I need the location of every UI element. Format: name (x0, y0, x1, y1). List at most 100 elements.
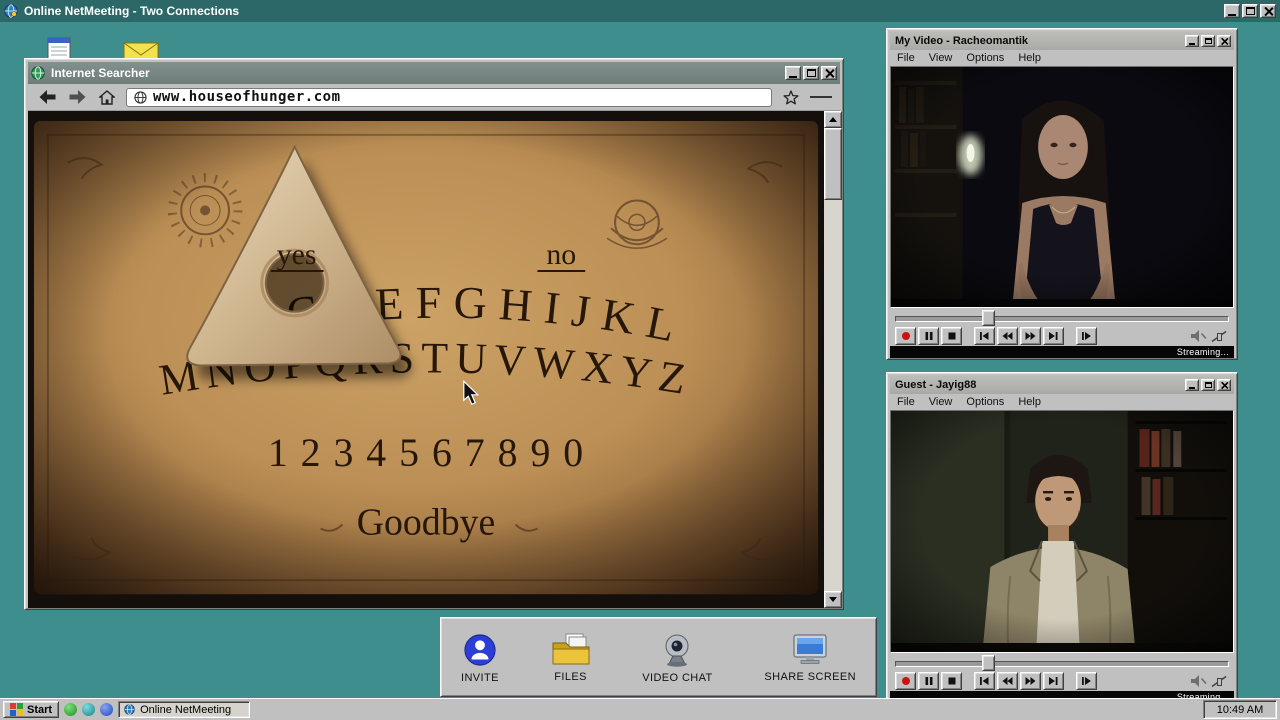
volume-slider-icon[interactable] (1210, 674, 1229, 689)
star-icon (783, 90, 799, 105)
address-url[interactable]: www.houseofhunger.com (153, 89, 341, 105)
volume-slider-icon[interactable] (1210, 329, 1229, 344)
video-chat-label: VIDEO CHAT (642, 672, 712, 684)
skip-end-icon (1047, 330, 1060, 342)
slider-track[interactable] (895, 661, 1229, 667)
menu-help[interactable]: Help (1018, 52, 1041, 64)
vertical-scrollbar[interactable] (824, 111, 842, 608)
board-goodbye[interactable]: Goodbye (357, 501, 496, 543)
fast-forward-button[interactable] (1020, 672, 1041, 690)
ouija-board[interactable]: no ABCDEFGHIJKL MNOPQRSTUVWXYZ 123456789… (28, 111, 824, 608)
quicklaunch-icon-2[interactable] (82, 703, 95, 716)
fast-forward-icon (1024, 330, 1037, 342)
pause-button[interactable] (918, 672, 939, 690)
stop-button[interactable] (941, 327, 962, 345)
maximize-icon (807, 69, 816, 77)
video-chat-button[interactable]: VIDEO CHAT (642, 633, 712, 684)
pause-button[interactable] (918, 327, 939, 345)
menu-button[interactable] (810, 87, 832, 107)
slider-thumb[interactable] (982, 310, 995, 326)
skip-start-button[interactable] (974, 672, 995, 690)
scrollbar-thumb[interactable] (824, 128, 842, 200)
guest-video-title: Guest - Jayig88 (895, 379, 1185, 391)
rewind-button[interactable] (997, 672, 1018, 690)
record-button[interactable] (895, 672, 916, 690)
menu-help[interactable]: Help (1018, 396, 1041, 408)
skip-start-button[interactable] (974, 327, 995, 345)
guest-maximize-button[interactable] (1201, 379, 1215, 391)
my-video-feed[interactable] (890, 66, 1234, 308)
start-label: Start (27, 704, 52, 716)
menu-options[interactable]: Options (966, 52, 1004, 64)
back-button[interactable] (36, 87, 58, 107)
step-play-button[interactable] (1076, 327, 1097, 345)
menu-options[interactable]: Options (966, 396, 1004, 408)
menu-view[interactable]: View (929, 396, 953, 408)
step-play-icon (1080, 675, 1093, 687)
guest-minimize-button[interactable] (1185, 379, 1199, 391)
app-maximize-button[interactable] (1242, 4, 1258, 18)
my-video-maximize-button[interactable] (1201, 35, 1215, 47)
system-tray-clock[interactable]: 10:49 AM (1203, 700, 1277, 719)
guest-video-titlebar[interactable]: Guest - Jayig88 (890, 376, 1234, 394)
my-video-seek-slider[interactable] (895, 310, 1229, 325)
step-play-button[interactable] (1076, 672, 1097, 690)
url-globe-icon (134, 91, 147, 104)
browser-minimize-button[interactable] (785, 66, 801, 80)
menu-file[interactable]: File (897, 396, 915, 408)
share-screen-button[interactable]: SHARE SCREEN (764, 633, 856, 683)
forward-button[interactable] (66, 87, 88, 107)
board-numbers[interactable]: 1234567890 (268, 431, 596, 475)
home-button[interactable] (96, 87, 118, 107)
scroll-down-button[interactable] (824, 591, 842, 608)
rewind-button[interactable] (997, 327, 1018, 345)
quicklaunch-icon-3[interactable] (100, 703, 113, 716)
taskbar-task-netmeeting[interactable]: Online NetMeeting (118, 701, 250, 718)
my-video-controls (890, 308, 1234, 346)
browser-close-button[interactable] (821, 66, 837, 80)
my-video-titlebar[interactable]: My Video - Racheomantik (890, 32, 1234, 50)
slider-track[interactable] (895, 316, 1229, 322)
files-button[interactable]: FILES (551, 633, 591, 683)
ouija-board-page[interactable]: no ABCDEFGHIJKL MNOPQRSTUVWXYZ 123456789… (28, 111, 824, 608)
bookmark-button[interactable] (780, 87, 802, 107)
scrollbar-track[interactable] (824, 200, 842, 591)
speaker-muted-icon[interactable] (1190, 674, 1208, 688)
my-video-minimize-button[interactable] (1185, 35, 1199, 47)
my-video-window: My Video - Racheomantik File View Option… (886, 28, 1238, 360)
menu-view[interactable]: View (929, 52, 953, 64)
maximize-icon (1246, 7, 1255, 15)
hamburger-icon (810, 96, 817, 98)
browser-content: no ABCDEFGHIJKL MNOPQRSTUVWXYZ 123456789… (28, 111, 840, 608)
skip-end-button[interactable] (1043, 672, 1064, 690)
record-button[interactable] (895, 327, 916, 345)
my-video-close-button[interactable] (1217, 35, 1231, 47)
stop-button[interactable] (941, 672, 962, 690)
invite-button[interactable]: INVITE (461, 633, 499, 684)
invite-label: INVITE (461, 672, 499, 684)
skip-end-button[interactable] (1043, 327, 1064, 345)
browser-maximize-button[interactable] (803, 66, 819, 80)
video-chat-camera-icon (659, 633, 695, 667)
browser-titlebar[interactable]: Internet Searcher (28, 62, 840, 84)
speaker-muted-icon[interactable] (1190, 329, 1208, 343)
guest-video-feed[interactable] (890, 410, 1234, 653)
guest-seek-slider[interactable] (895, 655, 1229, 670)
back-arrow-icon (39, 90, 56, 104)
quicklaunch-icon-1[interactable] (64, 703, 77, 716)
slider-thumb[interactable] (982, 655, 995, 671)
app-minimize-button[interactable] (1224, 4, 1240, 18)
start-button[interactable]: Start (3, 701, 59, 718)
address-bar[interactable]: www.houseofhunger.com (126, 88, 772, 107)
rewind-icon (1001, 675, 1014, 687)
scroll-up-button[interactable] (824, 111, 842, 128)
menu-file[interactable]: File (897, 52, 915, 64)
board-yes[interactable]: yes (277, 238, 317, 271)
minimize-icon (1228, 14, 1236, 16)
app-close-button[interactable] (1260, 4, 1276, 18)
browser-window: Internet Searcher (24, 58, 844, 610)
board-no[interactable]: no (546, 238, 576, 271)
guest-close-button[interactable] (1217, 379, 1231, 391)
fast-forward-button[interactable] (1020, 327, 1041, 345)
netmeeting-toolbar: INVITE FILES VIDEO CHAT (440, 617, 877, 697)
